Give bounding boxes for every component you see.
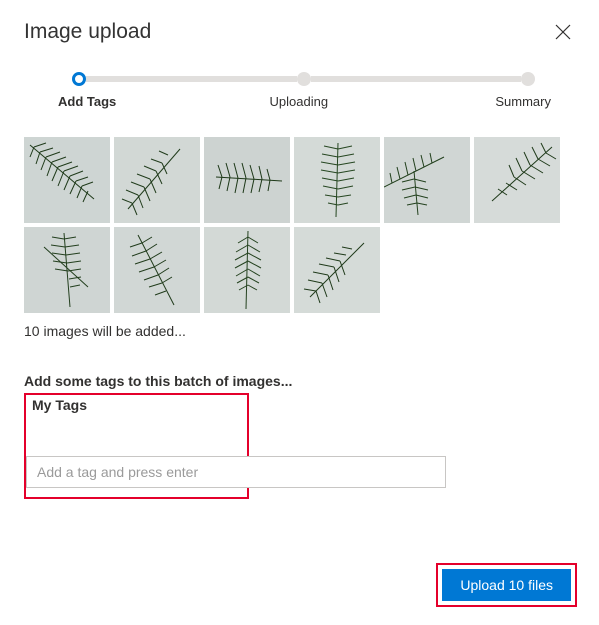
image-thumb[interactable] — [384, 137, 470, 223]
image-thumb[interactable] — [24, 137, 110, 223]
image-thumb[interactable] — [474, 137, 560, 223]
step-line — [311, 76, 522, 82]
step-label: Uploading — [270, 94, 329, 109]
add-status-text: 10 images will be added... — [24, 323, 575, 339]
tag-prompt: Add some tags to this batch of images... — [24, 373, 575, 389]
step-dot-summary — [521, 72, 535, 86]
image-thumb[interactable] — [294, 227, 380, 313]
close-icon — [555, 24, 571, 40]
image-thumb[interactable] — [294, 137, 380, 223]
step-label: Summary — [495, 94, 551, 109]
my-tags-label: My Tags — [32, 397, 241, 413]
image-upload-dialog: Image upload Add Tags Uploading Summary — [0, 0, 599, 519]
close-button[interactable] — [551, 20, 575, 44]
step-dot-add-tags — [72, 72, 86, 86]
tag-input[interactable] — [26, 456, 446, 488]
step-line — [86, 76, 297, 82]
thumbnail-grid — [24, 137, 575, 313]
image-thumb[interactable] — [204, 137, 290, 223]
image-thumb[interactable] — [24, 227, 110, 313]
image-thumb[interactable] — [114, 227, 200, 313]
upload-highlight: Upload 10 files — [436, 563, 577, 607]
dialog-header: Image upload — [24, 20, 575, 44]
step-label: Add Tags — [58, 94, 116, 109]
step-labels: Add Tags Uploading Summary — [58, 94, 551, 109]
image-thumb[interactable] — [114, 137, 200, 223]
step-dot-uploading — [297, 72, 311, 86]
image-thumb[interactable] — [204, 227, 290, 313]
upload-button[interactable]: Upload 10 files — [442, 569, 571, 601]
progress-stepper — [72, 72, 535, 86]
dialog-title: Image upload — [24, 20, 151, 44]
